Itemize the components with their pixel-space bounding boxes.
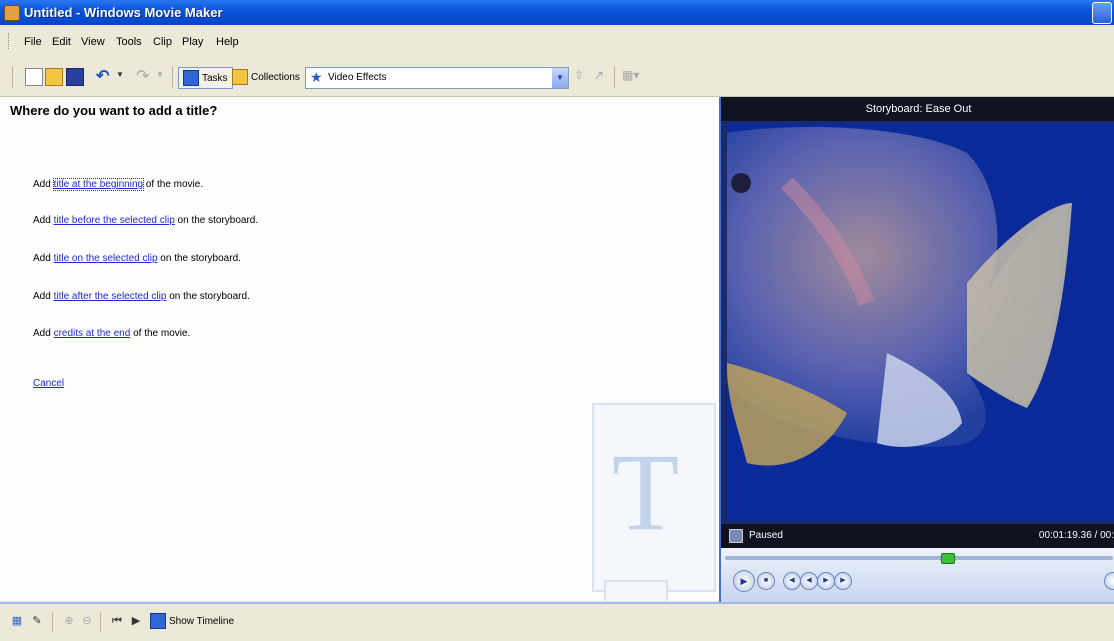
menu-view[interactable]: View — [81, 36, 105, 48]
title-on-clip-link[interactable]: title on the selected clip — [54, 253, 158, 264]
task-option-3: Add title on the selected clip on the st… — [33, 253, 241, 264]
menu-play[interactable]: Play — [182, 36, 203, 48]
tasks-icon — [183, 70, 199, 86]
menu-edit[interactable]: Edit — [52, 36, 71, 48]
playback-time: 00:01:19.36 / 00: — [1038, 530, 1114, 541]
app-icon[interactable] — [4, 5, 20, 21]
stop-icon[interactable]: ■ — [757, 572, 775, 590]
option-suffix: of the movie. — [143, 179, 204, 190]
window-title: Untitled - Windows Movie Maker — [24, 5, 223, 20]
rewind-icon[interactable]: ⏮ — [110, 614, 124, 628]
task-option-4: Add title after the selected clip on the… — [33, 291, 250, 302]
fish-video-frame — [727, 123, 1114, 521]
menu-clip[interactable]: Clip — [153, 36, 172, 48]
task-pane: Where do you want to add a title? Add ti… — [0, 97, 719, 601]
show-timeline-label: Show Timeline — [169, 615, 235, 627]
cancel-link[interactable]: Cancel — [33, 378, 64, 389]
collections-label: Collections — [251, 71, 300, 83]
show-timeline-button[interactable]: Show Timeline — [150, 613, 234, 629]
video-effects-star-icon: ★ — [310, 69, 323, 85]
task-option-2: Add title before the selected clip on th… — [33, 215, 258, 226]
dropdown-arrow-icon[interactable]: ▼ — [552, 68, 568, 88]
title-bar: Untitled - Windows Movie Maker — [0, 0, 1114, 25]
tasks-label: Tasks — [202, 72, 228, 84]
new-project-icon[interactable] — [25, 68, 43, 86]
play-icon[interactable]: ▶ — [733, 570, 755, 592]
task-option-5: Add credits at the end of the movie. — [33, 328, 190, 339]
toolbar-grip — [12, 66, 13, 88]
credits-at-end-link[interactable]: credits at the end — [54, 328, 131, 339]
seek-bar[interactable] — [725, 556, 1113, 560]
menu-bar: File Edit View Tools Clip Play Help — [0, 25, 1114, 59]
toolbar-separator — [614, 66, 615, 88]
option-suffix: on the storyboard. — [166, 291, 250, 302]
title-after-clip-link[interactable]: title after the selected clip — [54, 291, 167, 302]
playback-status: Paused — [749, 530, 783, 541]
option-suffix: on the storyboard. — [174, 215, 259, 226]
option-prefix: Add — [33, 328, 54, 339]
play-timeline-icon[interactable]: ▶ — [129, 614, 143, 628]
undo-dropdown-icon[interactable]: ▼ — [116, 70, 132, 86]
menu-file[interactable]: File — [24, 36, 42, 48]
fullscreen-icon[interactable] — [729, 529, 743, 543]
menu-help[interactable]: Help — [216, 36, 239, 48]
timeline-icon — [150, 613, 166, 629]
playback-controls: ▶ ■ ◀ ◀ ▶ ▶ — [721, 548, 1114, 602]
toolbar-separator — [100, 612, 101, 632]
forward-icon[interactable]: ▶ — [817, 572, 835, 590]
option-prefix: Add — [33, 253, 54, 264]
new-collection-icon[interactable]: ↗ — [594, 68, 610, 84]
video-preview[interactable] — [727, 123, 1114, 521]
narrate-icon[interactable]: ✎ — [30, 614, 44, 628]
save-project-icon[interactable] — [66, 68, 84, 86]
toolbar: ↶ ▼ ↷ ▼ Tasks Collections ★ Video Effect… — [0, 58, 1114, 97]
storyboard-icon[interactable]: ▦ — [10, 614, 24, 628]
undo-icon[interactable]: ↶ — [96, 66, 112, 85]
next-frame-icon[interactable]: ▶ — [834, 572, 852, 590]
split-clip-icon[interactable] — [1104, 572, 1114, 590]
option-prefix: Add — [33, 291, 54, 302]
collections-icon — [232, 69, 248, 85]
option-suffix: on the storyboard. — [157, 253, 241, 264]
preview-monitor: Storyboard: Ease Out Paused 00:01:19.36 … — [719, 97, 1114, 602]
up-one-level-icon[interactable]: ⇧ — [574, 68, 590, 84]
title-at-beginning-link[interactable]: title at the beginning — [52, 178, 145, 191]
collections-dropdown-value: Video Effects — [328, 72, 387, 83]
option-suffix: of the movie. — [130, 328, 191, 339]
title-watermark-letter: T — [612, 431, 680, 553]
task-option-1: Add title at the beginning of the movie. — [33, 178, 204, 191]
title-watermark-graphic: T — [592, 403, 716, 601]
toolbar-separator — [52, 612, 53, 632]
toolbar-separator — [172, 66, 173, 88]
seek-thumb[interactable] — [941, 553, 955, 564]
title-watermark-base — [604, 580, 668, 601]
option-prefix: Add — [33, 215, 54, 226]
tasks-button[interactable]: Tasks — [178, 67, 233, 89]
menu-tools[interactable]: Tools — [116, 36, 142, 48]
window-control-button[interactable] — [1092, 2, 1112, 24]
collections-dropdown[interactable]: ★ Video Effects ▼ — [305, 67, 569, 89]
option-prefix: Add — [33, 179, 54, 190]
collections-button[interactable]: Collections — [232, 67, 300, 87]
redo-dropdown-icon[interactable]: ▼ — [156, 70, 172, 86]
previous-frame-icon[interactable]: ◀ — [783, 572, 801, 590]
views-icon[interactable]: ▦▾ — [622, 68, 639, 84]
storyboard-toolbar: ▦ ✎ ⊕ ⊖ ⏮ ▶ Show Timeline — [0, 602, 1114, 641]
menu-grip — [8, 33, 11, 49]
title-before-clip-link[interactable]: title before the selected clip — [54, 215, 175, 226]
redo-icon[interactable]: ↷ — [136, 66, 152, 85]
open-project-icon[interactable] — [45, 68, 63, 86]
zoom-in-icon[interactable]: ⊕ — [62, 614, 76, 628]
task-pane-heading: Where do you want to add a title? — [10, 103, 218, 118]
rewind-icon[interactable]: ◀ — [800, 572, 818, 590]
playback-status-bar: Paused 00:01:19.36 / 00: — [721, 524, 1114, 548]
zoom-out-icon[interactable]: ⊖ — [80, 614, 94, 628]
monitor-title: Storyboard: Ease Out — [721, 97, 1114, 121]
